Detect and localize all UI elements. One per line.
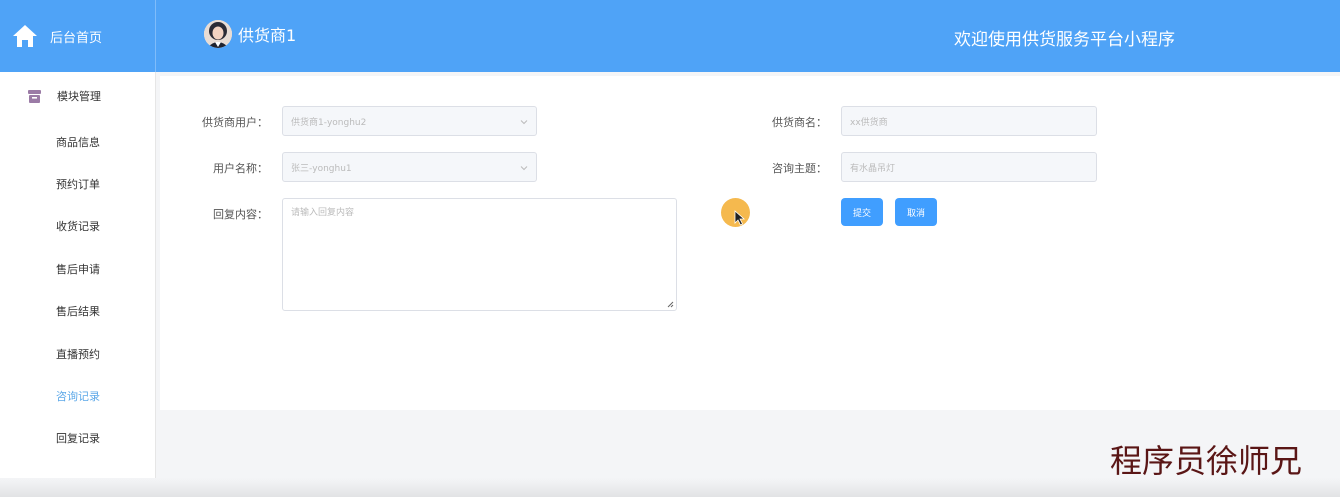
username-value: 张三-yonghu1 [291, 163, 352, 174]
sidebar-item-aftersale-apply[interactable]: 售后申请 [0, 261, 156, 277]
sidebar-item-reply-records[interactable]: 回复记录 [0, 430, 156, 446]
subject-value: 有水晶吊灯 [850, 163, 896, 174]
sidebar-item-receipt-records[interactable]: 收货记录 [0, 218, 156, 234]
sidebar-item-live-booking[interactable]: 直播预约 [0, 346, 156, 362]
watermark-text: 程序员徐师兄 [1110, 442, 1303, 480]
home-icon [13, 25, 37, 47]
sidebar-item-booking-orders[interactable]: 预约订单 [0, 176, 156, 192]
subject-input[interactable]: 有水晶吊灯 [841, 152, 1097, 182]
avatar [204, 20, 232, 48]
username-label: 用户名称： [213, 162, 268, 175]
top-header: 后台首页 供货商1 欢迎使用供货服务平台小程序 [0, 0, 1340, 72]
subject-label: 咨询主题： [772, 162, 827, 175]
sidebar-item-product-info[interactable]: 商品信息 [0, 134, 156, 150]
reply-textarea[interactable]: 请输入回复内容 [282, 198, 677, 311]
resize-handle-icon[interactable] [667, 301, 674, 308]
supplier-user-label: 供货商用户： [202, 116, 268, 129]
home-label: 后台首页 [50, 30, 103, 46]
reply-label: 回复内容： [213, 208, 268, 221]
user-info[interactable]: 供货商1 [204, 20, 296, 48]
module-menu[interactable]: 模块管理 [28, 88, 101, 104]
chevron-down-icon [520, 120, 528, 125]
module-label: 模块管理 [57, 90, 101, 103]
user-name: 供货商1 [238, 26, 297, 45]
home-link[interactable]: 后台首页 [0, 0, 156, 72]
supplier-name-input[interactable]: xx供货商 [841, 106, 1097, 136]
supplier-name-label: 供货商名： [772, 116, 827, 129]
chevron-down-icon [520, 166, 528, 171]
sidebar: 模块管理 商品信息 预约订单 收货记录 售后申请 售后结果 直播预约 咨询记录 … [0, 72, 156, 497]
sidebar-item-aftersale-result[interactable]: 售后结果 [0, 303, 156, 319]
supplier-user-value: 供货商1-yonghu2 [291, 117, 367, 128]
archive-icon [28, 89, 41, 103]
welcome-title: 欢迎使用供货服务平台小程序 [954, 30, 1175, 50]
reply-placeholder: 请输入回复内容 [291, 208, 355, 218]
mouse-pointer-icon [734, 210, 746, 226]
cancel-button[interactable]: 取消 [895, 198, 937, 226]
supplier-name-value: xx供货商 [850, 117, 888, 128]
username-select[interactable]: 张三-yonghu1 [282, 152, 537, 182]
submit-button[interactable]: 提交 [841, 198, 883, 226]
supplier-user-select[interactable]: 供货商1-yonghu2 [282, 106, 537, 136]
sidebar-item-consult-records[interactable]: 咨询记录 [0, 388, 156, 404]
